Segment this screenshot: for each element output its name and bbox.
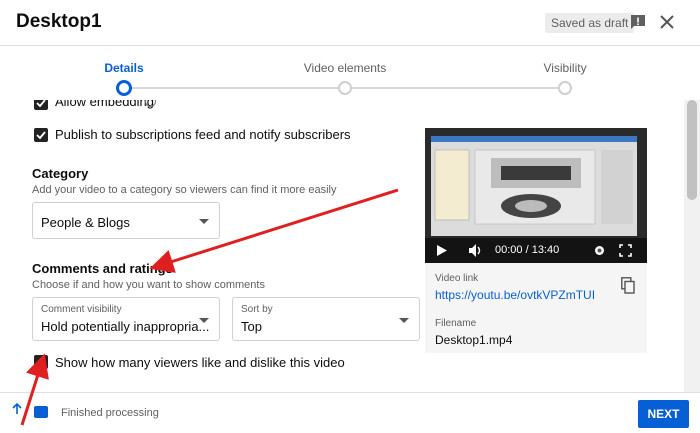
dialog-header: Desktop1 Saved as draft: [0, 0, 700, 46]
filename-value: Desktop1.mp4: [435, 333, 513, 347]
chevron-down-icon: [399, 318, 409, 323]
category-subtitle: Add your video to a category so viewers …: [32, 184, 337, 196]
video-thumbnail: [431, 136, 637, 236]
tab-details-label[interactable]: Details: [104, 61, 143, 75]
sort-by-caption: Sort by: [241, 304, 273, 315]
chevron-down-icon: [199, 219, 209, 224]
feedback-icon[interactable]: [630, 14, 646, 30]
comments-ratings-subtitle: Choose if and how you want to show comme…: [32, 279, 265, 291]
draft-status-badge: Saved as draft: [545, 13, 635, 33]
tab-visibility-label[interactable]: Visibility: [543, 61, 586, 75]
tab-visibility-dot[interactable]: [558, 81, 572, 95]
stepper-line: [131, 87, 338, 89]
play-icon[interactable]: [437, 245, 447, 256]
filename-label: Filename: [435, 318, 477, 329]
video-link[interactable]: https://youtu.be/ovtkVPZmTUI: [435, 288, 595, 302]
info-icon[interactable]: [145, 100, 156, 107]
tab-details-dot[interactable]: [116, 80, 132, 96]
category-select-value: People & Blogs: [41, 215, 130, 230]
volume-icon[interactable]: [469, 244, 483, 257]
tab-video-elements-label[interactable]: Video elements: [304, 61, 387, 75]
next-button[interactable]: NEXT: [638, 400, 689, 428]
video-time: 00:00 / 13:40: [495, 244, 560, 256]
scrollbar[interactable]: [684, 100, 700, 392]
show-ratings-label: Show how many viewers like and dislike t…: [55, 355, 345, 370]
upload-icon: [12, 403, 22, 414]
video-link-label: Video link: [435, 273, 479, 284]
processing-status: Finished processing: [61, 407, 159, 419]
progress-stepper: Details Video elements Visibility: [0, 47, 700, 99]
sort-by-value: Top: [241, 319, 262, 334]
comment-visibility-value: Hold potentially inappropria...: [41, 319, 210, 334]
scrollbar-thumb[interactable]: [687, 100, 697, 200]
tab-video-elements-dot[interactable]: [338, 81, 352, 95]
comment-visibility-select[interactable]: Comment visibility Hold potentially inap…: [32, 297, 220, 341]
allow-embedding-label: Allow embedding: [55, 100, 155, 109]
video-preview-card: 00:00 / 13:40 Video link https://youtu.b…: [425, 128, 647, 353]
stepper-line: [352, 87, 558, 89]
comment-visibility-caption: Comment visibility: [41, 304, 122, 315]
dialog-footer: Finished processing NEXT: [0, 392, 700, 433]
close-icon[interactable]: [658, 13, 676, 31]
chevron-down-icon: [199, 318, 209, 323]
publish-subscriptions-checkbox[interactable]: [34, 128, 48, 142]
fullscreen-icon[interactable]: [619, 244, 632, 257]
dialog-title: Desktop1: [16, 11, 102, 32]
comments-ratings-title: Comments and ratings: [32, 261, 173, 276]
allow-embedding-checkbox[interactable]: [34, 100, 48, 110]
copy-icon[interactable]: [621, 277, 635, 294]
details-form: Allow embedding Publish to subscriptions…: [0, 100, 684, 392]
category-select[interactable]: People & Blogs: [32, 202, 220, 239]
video-controls: 00:00 / 13:40: [425, 238, 647, 263]
publish-subscriptions-label: Publish to subscriptions feed and notify…: [55, 127, 351, 142]
gear-icon[interactable]: [593, 244, 606, 257]
category-title: Category: [32, 166, 89, 181]
sort-by-select[interactable]: Sort by Top: [232, 297, 420, 341]
hd-processing-icon: [34, 406, 48, 418]
video-player[interactable]: 00:00 / 13:40: [425, 128, 647, 263]
show-ratings-checkbox[interactable]: [34, 355, 48, 369]
